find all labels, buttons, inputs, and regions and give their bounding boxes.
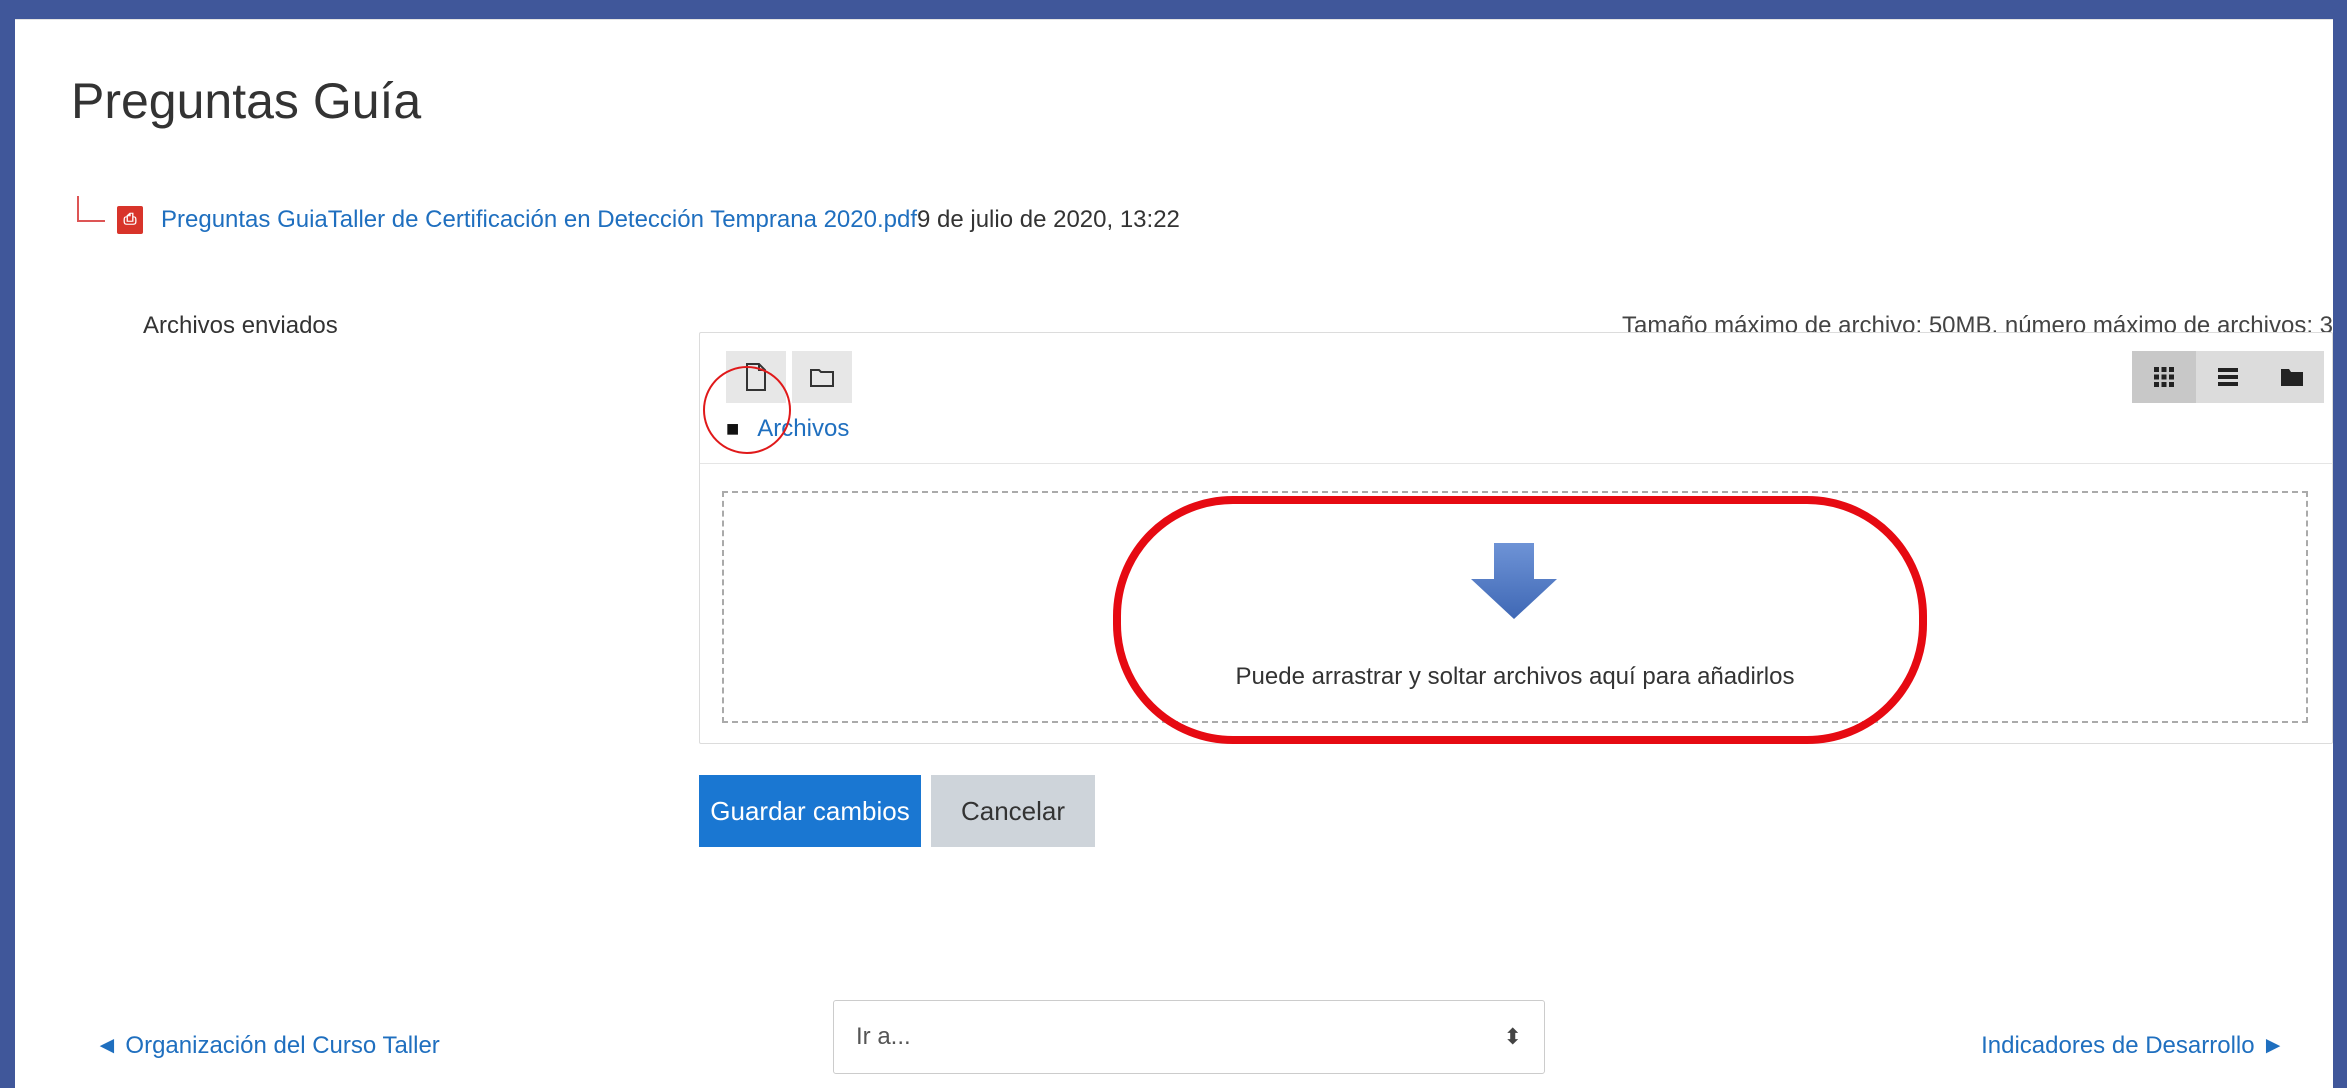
file-manager-toolbar: ■ Archivos xyxy=(700,333,2332,464)
select-caret-icon: ⬍ xyxy=(1503,1024,1522,1049)
create-folder-icon xyxy=(810,369,834,387)
jump-to-select[interactable]: Ir a... ⬍ xyxy=(833,1000,1545,1074)
attachment-link[interactable]: Preguntas GuiaTaller de Certificación en… xyxy=(161,206,917,234)
save-button[interactable]: Guardar cambios xyxy=(699,775,921,847)
view-mode-toggle xyxy=(2132,351,2324,403)
attachment-row: ⎙ Preguntas GuiaTaller de Certificación … xyxy=(77,196,1180,240)
jump-to-value: Ir a... xyxy=(856,1023,911,1050)
prev-activity-link[interactable]: ◄ Organización del Curso Taller xyxy=(95,1032,440,1060)
grid-view-icon xyxy=(2154,367,2174,387)
page-title: Preguntas Guía xyxy=(71,73,422,129)
pdf-icon: ⎙ xyxy=(117,206,143,234)
tree-view-icon xyxy=(2281,369,2303,386)
field-label: Archivos enviados xyxy=(143,312,338,339)
highlight-circle-add-file xyxy=(703,366,791,454)
tree-view-button[interactable] xyxy=(2260,351,2324,403)
list-view-icon xyxy=(2218,368,2238,386)
attachment-date: 9 de julio de 2020, 13:22 xyxy=(917,206,1180,233)
page-content: Preguntas Guía ⎙ Preguntas GuiaTaller de… xyxy=(15,19,2333,1088)
cancel-button[interactable]: Cancelar xyxy=(931,775,1095,847)
create-folder-button[interactable] xyxy=(792,351,852,403)
next-activity-link[interactable]: Indicadores de Desarrollo ► xyxy=(1981,1032,2285,1060)
grid-view-button[interactable] xyxy=(2132,351,2196,403)
highlight-oval-drop-zone xyxy=(1113,496,1927,744)
tree-connector xyxy=(77,196,105,222)
list-view-button[interactable] xyxy=(2196,351,2260,403)
